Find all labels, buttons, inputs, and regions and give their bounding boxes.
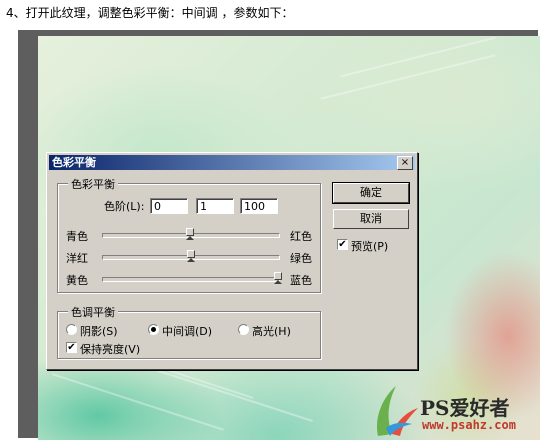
color-balance-dialog: 色彩平衡 × 色彩平衡 色阶(L): 0 1 100 青色 红色 洋红 绿色 黄…: [46, 152, 418, 370]
level-input-cyan-red[interactable]: 0: [150, 198, 188, 214]
preview-checkbox[interactable]: ✔: [337, 239, 348, 250]
tone-balance-legend: 色调平衡: [68, 304, 118, 320]
slider-label-yellow: 黄色: [66, 274, 88, 287]
slider-label-green: 绿色: [290, 252, 312, 265]
watermark-url: www.psahz.com: [422, 418, 516, 432]
instruction-caption: 4、打开此纹理，调整色彩平衡：中间调 ，参数如下：: [0, 0, 550, 28]
watermark-logo: PS爱好者 www.psahz.com: [372, 378, 542, 440]
preview-label[interactable]: 预览(P): [351, 238, 388, 254]
preserve-luminosity-checkbox[interactable]: ✔: [66, 342, 77, 353]
ok-button[interactable]: 确定: [332, 182, 410, 204]
radio-highlights[interactable]: [238, 324, 249, 335]
radio-midtones-label[interactable]: 中间调(D): [162, 323, 212, 339]
radio-shadows[interactable]: [66, 324, 77, 335]
logo-swoosh-icon: [376, 386, 418, 436]
tone-balance-group: 色调平衡 阴影(S) 中间调(D) 高光(H) ✔ 保持亮度(V): [57, 304, 321, 359]
color-balance-legend: 色彩平衡: [68, 176, 118, 192]
dialog-titlebar[interactable]: 色彩平衡 ×: [49, 155, 415, 170]
radio-midtones[interactable]: [148, 324, 159, 335]
dialog-title: 色彩平衡: [52, 156, 96, 169]
radio-shadows-label[interactable]: 阴影(S): [80, 323, 118, 339]
slider-label-blue: 蓝色: [290, 274, 312, 287]
slider-label-magenta: 洋红: [66, 252, 88, 265]
level-input-magenta-green[interactable]: 1: [196, 198, 234, 214]
preserve-luminosity-label[interactable]: 保持亮度(V): [80, 341, 140, 357]
levels-label: 色阶(L):: [104, 200, 145, 213]
slider-label-cyan: 青色: [66, 230, 88, 243]
watermark-text: PS爱好者: [420, 396, 510, 420]
close-icon[interactable]: ×: [397, 156, 413, 170]
cancel-button[interactable]: 取消: [333, 209, 409, 229]
color-balance-group: 色彩平衡 色阶(L): 0 1 100 青色 红色 洋红 绿色 黄色 蓝色: [57, 176, 321, 293]
radio-highlights-label[interactable]: 高光(H): [252, 323, 291, 339]
level-input-yellow-blue[interactable]: 100: [240, 198, 278, 214]
slider-label-red: 红色: [290, 230, 312, 243]
slider-track-yellow-blue[interactable]: [102, 277, 280, 282]
